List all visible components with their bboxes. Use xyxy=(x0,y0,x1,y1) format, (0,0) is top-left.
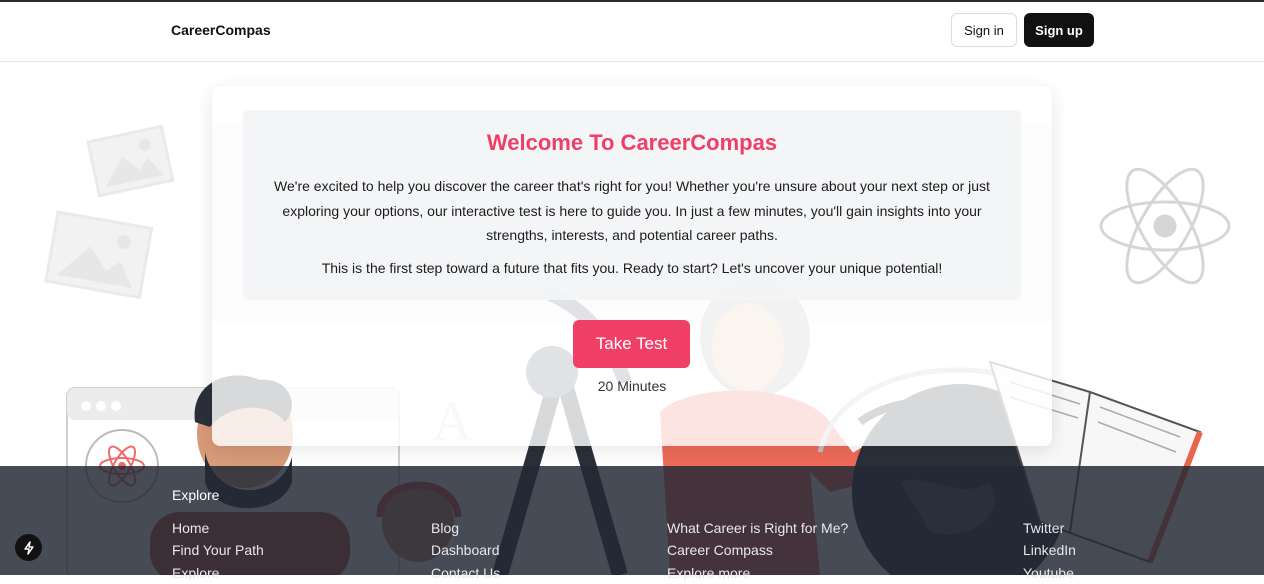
brand-logo[interactable]: CareerCompas xyxy=(171,22,271,38)
sign-in-button[interactable]: Sign in xyxy=(951,13,1017,47)
footer-link-youtube[interactable]: Youtube xyxy=(1023,562,1076,584)
footer-link-explore-more[interactable]: Explore more xyxy=(667,562,848,584)
footer-column-2: Blog Dashboard Contact Us xyxy=(431,517,500,584)
footer-column-4: Twitter LinkedIn Youtube xyxy=(1023,517,1076,584)
welcome-card: Welcome To CareerCompas We're excited to… xyxy=(212,86,1052,446)
footer-link-linkedin[interactable]: LinkedIn xyxy=(1023,539,1076,561)
footer-column-3: What Career is Right for Me? Career Comp… xyxy=(667,517,848,584)
site-footer: Explore Home Find Your Path Explore Blog… xyxy=(0,466,1264,581)
site-header: CareerCompas Sign in Sign up xyxy=(0,2,1264,62)
atom-icon xyxy=(1099,167,1231,285)
footer-link-twitter[interactable]: Twitter xyxy=(1023,517,1076,539)
lightning-bolt-icon[interactable] xyxy=(15,534,42,561)
footer-link-dashboard[interactable]: Dashboard xyxy=(431,539,500,561)
footer-link-contact-us[interactable]: Contact Us xyxy=(431,562,500,584)
welcome-title: Welcome To CareerCompas xyxy=(486,130,778,155)
footer-link-what-career[interactable]: What Career is Right for Me? xyxy=(667,517,848,539)
footer-title: Explore xyxy=(172,487,220,503)
footer-link-blog[interactable]: Blog xyxy=(431,517,500,539)
footer-link-find-your-path[interactable]: Find Your Path xyxy=(172,539,264,561)
footer-column-1: Home Find Your Path Explore xyxy=(172,517,264,584)
footer-link-career-compass[interactable]: Career Compass xyxy=(667,539,848,561)
test-duration: 20 Minutes xyxy=(597,378,667,394)
cta-paragraph: This is the first step toward a future t… xyxy=(321,260,943,276)
take-test-button[interactable]: Take Test xyxy=(573,320,690,368)
image-placeholder-icon xyxy=(44,124,175,300)
intro-paragraph: We're excited to help you discover the c… xyxy=(274,178,990,243)
sign-up-button[interactable]: Sign up xyxy=(1024,13,1094,47)
footer-link-explore[interactable]: Explore xyxy=(172,562,264,584)
welcome-text-panel: Welcome To CareerCompas We're excited to… xyxy=(243,110,1021,300)
footer-link-home[interactable]: Home xyxy=(172,517,264,539)
